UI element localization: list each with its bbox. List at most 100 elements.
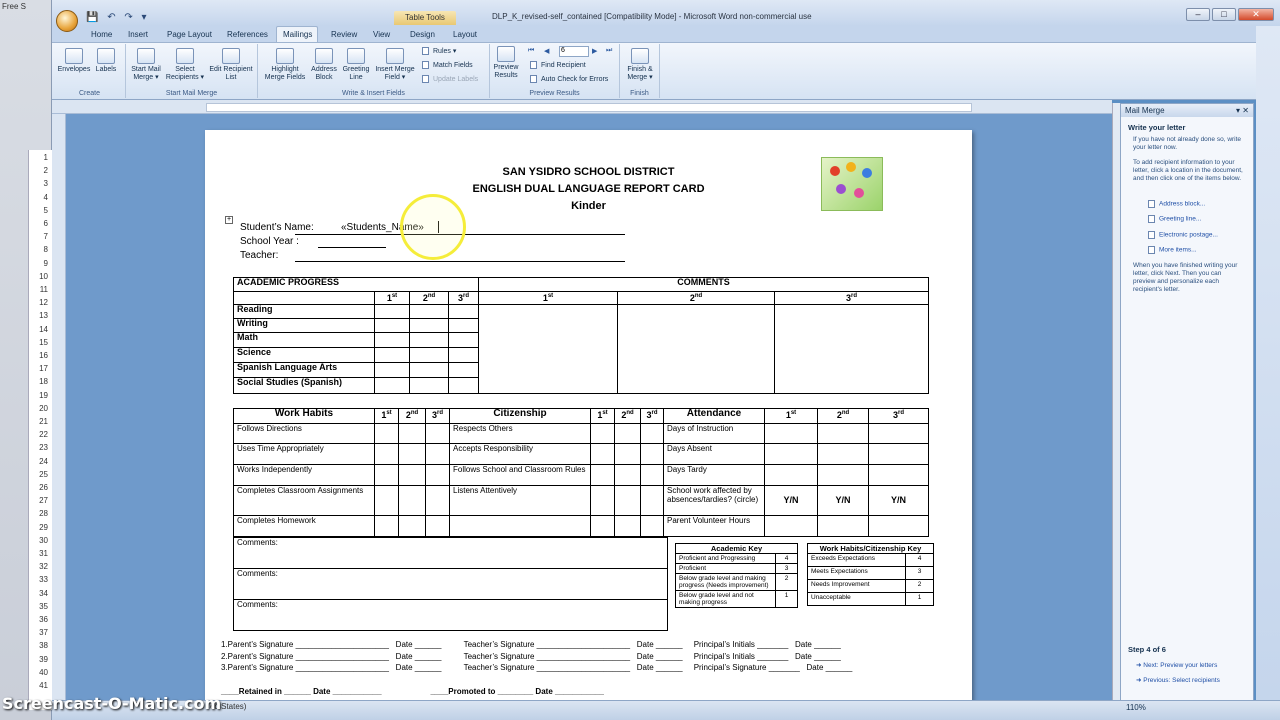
yes-no-cell[interactable]: Y/N [868, 485, 929, 516]
maximize-button[interactable]: □ [1212, 8, 1236, 21]
finish-merge-icon [631, 48, 649, 64]
record-number-input[interactable]: 6 [559, 46, 589, 57]
labels-button[interactable]: Labels [93, 48, 119, 74]
vertical-scrollbar[interactable] [1112, 103, 1120, 703]
citizenship-label [449, 515, 591, 537]
envelopes-button[interactable]: Envelopes [57, 48, 91, 74]
update-labels-button[interactable]: Update Labels [422, 75, 478, 83]
line-number: 34 [39, 588, 48, 598]
period-header: 3rd [640, 408, 664, 424]
pane-section-title: Write your letter [1128, 123, 1186, 132]
rules-icon [422, 47, 429, 56]
more-items-link[interactable]: More items... [1148, 246, 1197, 254]
address-block-button[interactable]: Address Block [309, 48, 339, 82]
highlight-merge-fields-button[interactable]: Highlight Merge Fields [262, 48, 308, 82]
line-number: 36 [39, 615, 48, 624]
insert-merge-field-button[interactable]: Insert Merge Field ▾ [373, 48, 417, 82]
match-fields-icon [422, 61, 429, 69]
address-block-link[interactable]: Address block... [1148, 200, 1205, 208]
vertical-ruler[interactable] [52, 114, 66, 720]
edit-recipient-list-button[interactable]: Edit Recipient List [207, 48, 255, 82]
comment-cell[interactable] [478, 304, 618, 394]
edit-list-icon [222, 48, 240, 64]
period-header: 1st [590, 408, 615, 424]
line-number: 14 [39, 324, 48, 334]
preview-results-button[interactable]: Preview Results [492, 46, 520, 80]
close-button[interactable]: ✕ [1238, 8, 1274, 21]
tab-view[interactable]: View [373, 30, 390, 39]
finish-merge-button[interactable]: Finish & Merge ▾ [622, 48, 658, 82]
line-number: 41 [39, 681, 48, 690]
match-fields-button[interactable]: Match Fields [422, 61, 473, 69]
tab-layout[interactable]: Layout [453, 30, 477, 39]
select-recipients-button[interactable]: Select Recipients ▾ [165, 48, 205, 82]
electronic-postage-link[interactable]: Electronic postage... [1148, 231, 1218, 239]
tab-references[interactable]: References [227, 30, 268, 39]
comment-period-header: 2nd [617, 291, 775, 305]
rules-button[interactable]: Rules ▾ [422, 47, 456, 56]
key-value: 1 [905, 592, 934, 606]
key-value: 4 [905, 553, 934, 567]
labels-icon [97, 48, 115, 64]
line-number: 9 [43, 258, 48, 268]
greeting-line-link[interactable]: Greeting line... [1148, 215, 1201, 223]
work-habits-title: Work Habits [233, 408, 375, 424]
previous-step-link[interactable]: ➜ Previous: Select recipients [1136, 676, 1220, 684]
yes-no-cell[interactable]: Y/N [764, 485, 818, 516]
period-header: 1st [374, 408, 399, 424]
tab-mailings[interactable]: Mailings [283, 30, 312, 39]
line-number: 7 [43, 232, 48, 242]
last-record-button[interactable]: ⏭ [606, 47, 612, 55]
line-number: 25 [39, 469, 48, 479]
next-step-link[interactable]: ➜ Next: Preview your letters [1136, 661, 1217, 669]
period-header: 3rd [448, 291, 479, 305]
habits-table: Work Habits 1st 2nd 3rd Citizenship 1st … [233, 408, 929, 537]
citizenship-label: Follows School and Classroom Rules [449, 464, 591, 486]
zoom-level[interactable]: 110% [1126, 703, 1146, 712]
line-number: 28 [39, 509, 48, 519]
comments-table: Comments: Comments: Comments: [233, 537, 668, 631]
yes-no-cell[interactable]: Y/N [817, 485, 869, 516]
citizenship-label: Listens Attentively [449, 485, 591, 516]
tab-review[interactable]: Review [331, 30, 357, 39]
subject-label: Reading [233, 304, 375, 319]
comments-label[interactable]: Comments: [233, 599, 668, 631]
work-habit-label: Completes Homework [233, 515, 375, 537]
line-number: 29 [39, 522, 48, 532]
close-icon[interactable]: ▾ ✕ [1236, 106, 1249, 115]
greeting-line-button[interactable]: Greeting Line [340, 48, 372, 82]
academic-progress-title: ACADEMIC PROGRESS [233, 277, 479, 292]
comments-label[interactable]: Comments: [233, 568, 668, 600]
find-recipient-button[interactable]: Find Recipient [530, 61, 586, 69]
highlight-icon [276, 48, 294, 64]
work-habit-label: Uses Time Appropriately [233, 443, 375, 465]
document-page[interactable]: SAN YSIDRO SCHOOL DISTRICT ENGLISH DUAL … [205, 130, 972, 720]
student-name-label: Student’s Name: [240, 222, 314, 233]
comment-cell[interactable] [617, 304, 775, 394]
period-header: 3rd [868, 408, 929, 424]
comments-label[interactable]: Comments: [233, 537, 668, 569]
tab-home[interactable]: Home [91, 30, 112, 39]
check-icon [530, 75, 537, 83]
tab-insert[interactable]: Insert [128, 30, 148, 39]
first-record-button[interactable]: ⏮ [528, 47, 534, 55]
previous-record-button[interactable]: ◀ [544, 47, 549, 55]
next-record-button[interactable]: ▶ [592, 47, 597, 55]
line-number: 39 [39, 654, 48, 664]
mail-merge-pane [1120, 103, 1254, 703]
table-move-handle[interactable]: + [225, 216, 233, 224]
line-number: 21 [39, 417, 48, 426]
greeting-line-icon [1148, 215, 1155, 223]
office-button[interactable] [56, 10, 78, 32]
comment-cell[interactable] [774, 304, 929, 394]
minimize-button[interactable]: – [1186, 8, 1210, 21]
start-mail-merge-button[interactable]: Start Mail Merge ▾ [128, 48, 164, 82]
auto-check-errors-button[interactable]: Auto Check for Errors [530, 75, 608, 83]
tab-design[interactable]: Design [410, 30, 435, 39]
tab-page-layout[interactable]: Page Layout [167, 30, 212, 39]
line-number: 8 [43, 245, 48, 255]
line-number: 17 [39, 364, 48, 374]
mail-merge-pane-header: Mail Merge ▾ ✕ [1121, 104, 1253, 117]
quick-access-toolbar[interactable]: 💾 ↶ ↷ ▾ [86, 12, 150, 23]
window-right-edge [1256, 26, 1280, 720]
